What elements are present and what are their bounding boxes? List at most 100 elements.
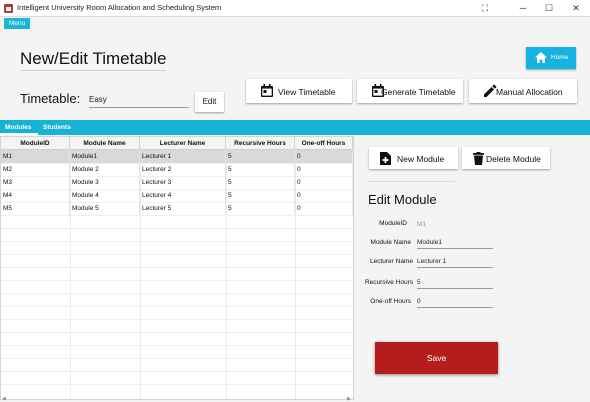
delete-module-button[interactable]: Delete Module (462, 147, 550, 169)
scroll-left-arrow[interactable]: ◀ (2, 396, 6, 402)
cell-recursive-hours: 5 (226, 189, 295, 202)
lecturer-name-label: Lecturer Name (370, 258, 413, 265)
lecturer-name-field[interactable] (417, 256, 493, 268)
row-divider (1, 332, 353, 333)
cell-recursive-hours: 5 (226, 176, 295, 189)
cell-oneoff-hours: 0 (295, 202, 353, 215)
cell-oneoff-hours: 0 (295, 189, 353, 202)
view-timetable-label: View Timetable (278, 87, 336, 97)
column-header-moduleid[interactable]: ModuleID (1, 137, 70, 150)
row-divider (1, 215, 353, 216)
home-button[interactable]: Home (526, 47, 576, 69)
minimize-button[interactable]: ─ (510, 0, 536, 17)
section-divider (368, 181, 455, 182)
row-divider (1, 384, 353, 385)
cell-oneoff-hours: 0 (295, 163, 353, 176)
close-button[interactable]: ✕ (563, 0, 589, 17)
cell-moduleid: M4 (1, 189, 70, 202)
module-id-field (417, 218, 493, 230)
row-divider (1, 358, 353, 359)
fullscreen-button[interactable]: ⛶ (472, 0, 498, 17)
add-document-icon (380, 152, 391, 165)
edit-module-title: Edit Module (368, 192, 437, 207)
row-divider (1, 345, 353, 346)
cell-recursive-hours: 5 (226, 202, 295, 215)
cell-recursive-hours: 5 (226, 163, 295, 176)
home-button-label: Home (551, 54, 569, 61)
home-icon (535, 52, 547, 63)
module-name-field[interactable] (417, 237, 493, 249)
cell-moduleid: M5 (1, 202, 70, 215)
window-title: Intelligent University Room Allocation a… (17, 3, 222, 12)
active-tab-indicator (0, 133, 38, 135)
cell-lecturer-name: Lecturer 5 (140, 202, 226, 215)
manual-allocation-label: Manual Allocation (496, 87, 563, 97)
row-divider (1, 241, 353, 242)
tab-modules[interactable]: Modules (5, 124, 31, 131)
table-row[interactable]: M2 Module 2 Lecturer 2 5 0 (1, 163, 353, 176)
trash-icon (473, 152, 484, 165)
column-header-oneoff-hours[interactable]: One-off Hours (295, 137, 353, 150)
modules-table[interactable]: ModuleID Module Name Lecturer Name Recur… (0, 136, 354, 400)
save-button[interactable]: Save (375, 342, 498, 374)
page-title: New/Edit Timetable (20, 49, 167, 68)
cell-moduleid: M1 (1, 150, 70, 163)
table-header: ModuleID Module Name Lecturer Name Recur… (1, 137, 353, 150)
table-row[interactable]: M1 Module1 Lecturer 1 5 0 (1, 150, 353, 163)
title-underline (20, 70, 166, 71)
app-icon (4, 4, 13, 13)
cell-recursive-hours: 5 (226, 150, 295, 163)
new-module-label: New Module (397, 154, 445, 164)
maximize-button[interactable]: ☐ (536, 0, 562, 17)
cell-oneoff-hours: 0 (295, 150, 353, 163)
row-divider (1, 293, 353, 294)
manual-allocation-button[interactable]: Manual Allocation (469, 79, 577, 103)
row-divider (1, 319, 353, 320)
scroll-right-arrow[interactable]: ▶ (347, 396, 351, 402)
row-divider (1, 280, 353, 281)
cell-module-name: Module1 (70, 150, 140, 163)
new-module-button[interactable]: New Module (369, 147, 458, 169)
view-timetable-button[interactable]: View Timetable (246, 79, 352, 103)
column-header-recursive-hours[interactable]: Recursive Hours (226, 137, 295, 150)
cell-lecturer-name: Lecturer 1 (140, 150, 226, 163)
menu-bar: Menu (0, 17, 590, 30)
cell-module-name: Module 5 (70, 202, 140, 215)
generate-timetable-label: Generate Timetable (381, 87, 456, 97)
row-divider (1, 267, 353, 268)
cell-oneoff-hours: 0 (295, 176, 353, 189)
cell-lecturer-name: Lecturer 2 (140, 163, 226, 176)
tab-bar: Modules Students (0, 120, 590, 135)
cell-moduleid: M2 (1, 163, 70, 176)
cell-module-name: Module 2 (70, 163, 140, 176)
cell-moduleid: M3 (1, 176, 70, 189)
row-divider (1, 371, 353, 372)
recursive-hours-field[interactable] (417, 277, 493, 289)
recursive-hours-label: Recursive Hours (364, 279, 413, 286)
edit-timetable-button[interactable]: Edit (195, 92, 224, 112)
oneoff-hours-field[interactable] (417, 296, 493, 308)
generate-timetable-button[interactable]: Generate Timetable (357, 79, 463, 103)
module-name-label: Module Name (370, 239, 411, 246)
menu-button[interactable]: Menu (4, 18, 31, 29)
oneoff-hours-label: One-off Hours (370, 298, 411, 305)
cell-module-name: Module 4 (70, 189, 140, 202)
title-bar: Intelligent University Room Allocation a… (0, 0, 590, 17)
table-row[interactable]: M3 Module 3 Lecturer 3 5 0 (1, 176, 353, 189)
table-row[interactable]: M4 Module 4 Lecturer 4 5 0 (1, 189, 353, 202)
column-header-module-name[interactable]: Module Name (70, 137, 140, 150)
column-header-lecturer-name[interactable]: Lecturer Name (140, 137, 226, 150)
delete-module-label: Delete Module (486, 154, 541, 164)
row-divider (1, 306, 353, 307)
module-id-label: ModuleID (379, 220, 407, 227)
cell-module-name: Module 3 (70, 176, 140, 189)
timetable-label: Timetable: (20, 91, 81, 106)
row-divider (1, 254, 353, 255)
row-divider (1, 228, 353, 229)
cell-lecturer-name: Lecturer 3 (140, 176, 226, 189)
timetable-input[interactable] (89, 91, 189, 108)
table-row[interactable]: M5 Module 5 Lecturer 5 5 0 (1, 202, 353, 215)
calendar-icon (261, 84, 273, 97)
tab-students[interactable]: Students (43, 124, 71, 131)
cell-lecturer-name: Lecturer 4 (140, 189, 226, 202)
